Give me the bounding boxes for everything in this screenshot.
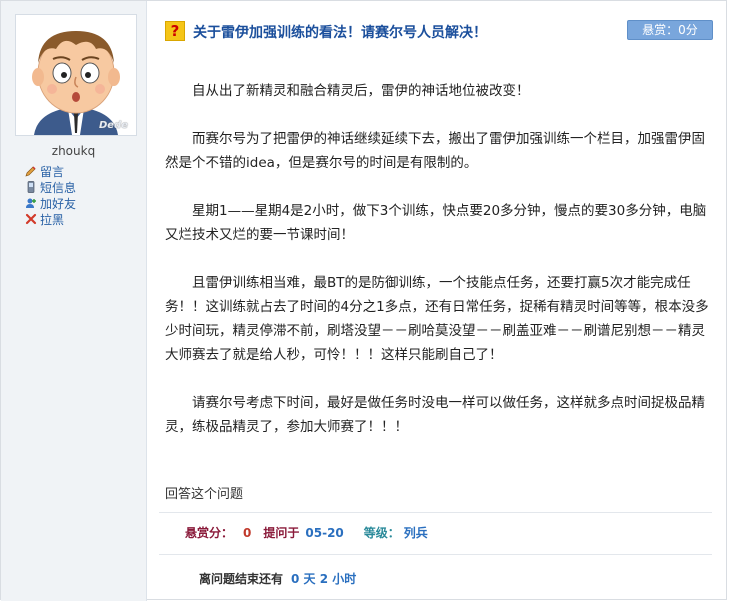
question-body: 自从出了新精灵和融合精灵后，雷伊的神话地位被改变！ 而赛尔号为了把雷伊的神话继续… [165, 79, 713, 463]
short-message-link[interactable]: 短信息 [25, 180, 83, 196]
phone-icon [27, 181, 35, 193]
divider [159, 554, 712, 555]
question-paragraph: 且雷伊训练相当难，最BT的是防御训练，一个技能点任务，还要打赢5次才能完成任务！… [165, 275, 709, 363]
time-remaining-value: 0 天 2 小时 [291, 572, 357, 586]
reward-score-value: 0 [243, 526, 252, 540]
pencil-icon [25, 166, 36, 177]
add-friend-label: 加好友 [40, 197, 77, 211]
asked-label: 提问于 [263, 526, 300, 540]
reward-badge: 悬赏：0分 [627, 20, 713, 40]
leave-message-label: 留言 [40, 165, 65, 179]
avatar[interactable]: Dede [15, 14, 137, 136]
short-message-label: 短信息 [40, 181, 77, 195]
level-label: 等级： [363, 526, 400, 540]
user-actions: 留言 短信息 加好友 拉黑 [25, 164, 140, 228]
reward-score-label: 悬赏分： [185, 526, 234, 540]
asked-date: 05-20 [305, 526, 344, 540]
add-friend-icon [26, 198, 36, 208]
question-mark-icon: ? [165, 21, 185, 41]
block-user-link[interactable]: 拉黑 [25, 212, 83, 228]
avatar-watermark: Dede [98, 120, 128, 131]
question-title: 关于雷伊加强训练的看法！请赛尔号人员解决！ [193, 25, 487, 41]
block-user-label: 拉黑 [40, 213, 65, 227]
question-paragraph: 自从出了新精灵和融合精灵后，雷伊的神话地位被改变！ [192, 83, 530, 99]
avatar-image [16, 15, 136, 135]
divider [159, 512, 712, 513]
question-paragraph: 而赛尔号为了把雷伊的神话继续延续下去，搬出了雷伊加强训练一个栏目，加强雷伊固然是… [165, 131, 705, 171]
answer-question-link[interactable]: 回答这个问题 [165, 483, 243, 502]
question-paragraph: 星期1——星期4是2小时，做下3个训练，快点要20多分钟，慢点的要30多分钟，电… [165, 203, 707, 243]
username[interactable]: zhoukq [1, 144, 146, 158]
add-friend-link[interactable]: 加好友 [25, 196, 83, 212]
user-sidebar: Dede zhoukq 留言 短信息 加好友 拉黑 [1, 1, 147, 601]
leave-message-link[interactable]: 留言 [25, 164, 83, 180]
question-meta: 悬赏分： 0 提问于 05-20 等级： 列兵 [185, 524, 428, 541]
time-remaining-label: 离问题结束还有 [199, 572, 284, 586]
question-paragraph: 请赛尔号考虑下时间，最好是做任务时没电一样可以做任务，这样就多点时间捉极品精灵，… [165, 395, 705, 435]
block-icon [25, 213, 37, 225]
level-value[interactable]: 列兵 [404, 526, 428, 540]
time-remaining: 离问题结束还有 0 天 2 小时 [199, 570, 360, 587]
